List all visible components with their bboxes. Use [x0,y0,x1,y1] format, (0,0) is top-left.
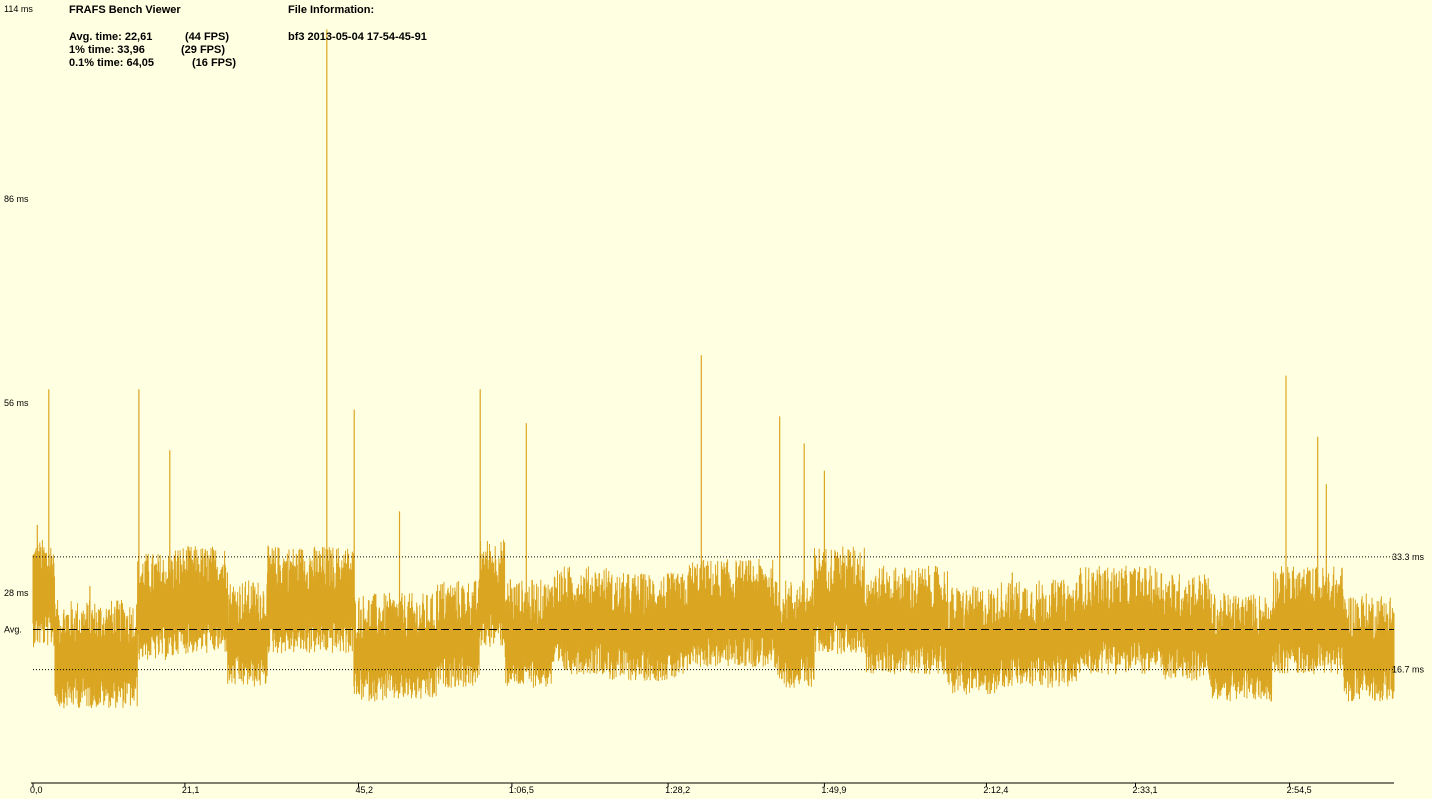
app-title: FRAFS Bench Viewer [69,4,181,16]
frafs-bench-viewer-window: 33.3 ms Avg. 16.7 ms 114 ms 86 ms 56 ms 28 ms… [0,0,1432,799]
reference-line-label: 16.7 ms [1392,665,1425,675]
stat-1pct-time: 1% time: 33,96 [69,44,145,56]
x-tick-label: 2:54,5 [1287,785,1312,795]
frametime-chart: 33.3 ms Avg. 16.7 ms 114 ms 86 ms 56 ms 28 ms… [4,4,1425,795]
x-tick-label: 45,2 [356,785,374,795]
x-tick-label: 1:06,5 [509,785,534,795]
x-tick-label: 1:49,9 [821,785,846,795]
x-tick-label: 2:33,1 [1133,785,1158,795]
x-tick-label: 0,0 [30,785,43,795]
frametime-series-layer [32,29,1395,709]
x-tick-label: 2:12,4 [983,785,1008,795]
file-name: bf3 2013-05-04 17-54-45-91 [288,31,427,43]
x-tick-label: 1:28,2 [665,785,690,795]
frametime-series-line [32,539,1395,709]
stat-avg-time: Avg. time: 22,61 [69,31,153,43]
y-tick-label: 56 ms [4,398,29,408]
stat-1pct-fps: (29 FPS) [181,44,226,56]
y-tick-label: 86 ms [4,194,29,204]
file-information-title: File Information: [288,4,375,16]
reference-line-label: Avg. [4,625,22,635]
x-tick-label: 21,1 [182,785,200,795]
y-tick-label: 114 ms [4,4,33,14]
stat-01pct-fps: (16 FPS) [192,57,237,69]
reference-line-label: 33.3 ms [1392,552,1425,562]
axes-layer: 114 ms 86 ms 56 ms 28 ms 0,0 21,1 45,2 1:06,5 1:… [4,4,1394,795]
stat-01pct-time: 0.1% time: 64,05 [69,57,154,69]
y-tick-label: 28 ms [4,588,29,598]
stat-avg-fps: (44 FPS) [185,31,230,43]
